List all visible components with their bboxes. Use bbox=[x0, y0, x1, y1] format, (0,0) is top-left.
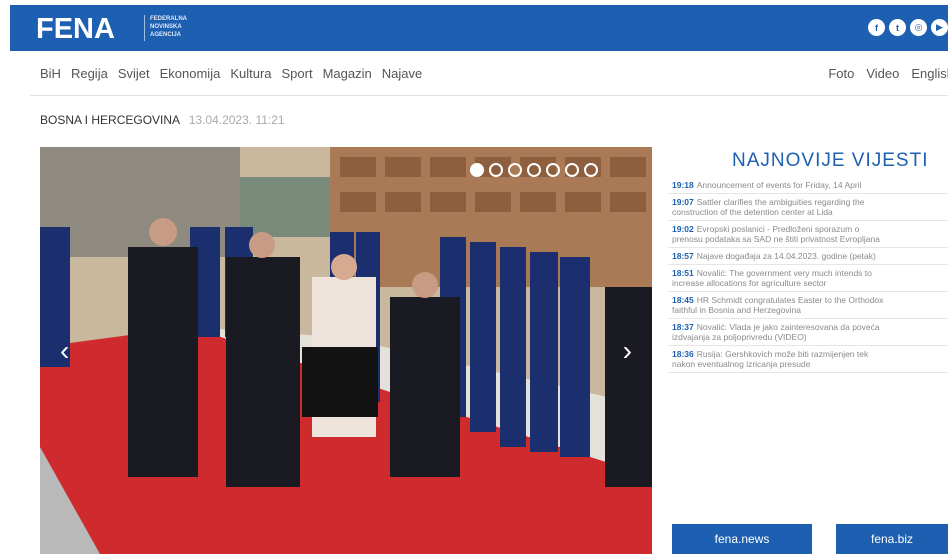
slider-dot[interactable] bbox=[527, 163, 541, 177]
news-headline: Evropski poslanici - Predloženi sporazum… bbox=[696, 224, 860, 234]
nav-item-kultura[interactable]: Kultura bbox=[230, 66, 271, 81]
facebook-icon[interactable]: f bbox=[868, 19, 885, 36]
site-logo[interactable]: FENA bbox=[36, 13, 115, 46]
list-item[interactable]: 18:51 Novalić: The government very much i… bbox=[668, 265, 948, 292]
news-headline-cont: construction of the detention center at … bbox=[672, 207, 833, 217]
news-headline-cont: izdvajanja za poljoprivredu (VIDEO) bbox=[672, 332, 807, 342]
breadcrumb: BOSNA I HERCEGOVINA 13.04.2023. 11:21 bbox=[40, 113, 285, 127]
slider-dots bbox=[470, 163, 598, 177]
logo-subtitle-line: NOVINSKA bbox=[150, 24, 182, 30]
slider-dot[interactable] bbox=[546, 163, 560, 177]
latest-news-panel: NAJNOVIJE VIJESTI 19:18 Announcement of e… bbox=[668, 147, 948, 554]
slider-dot[interactable] bbox=[565, 163, 579, 177]
latest-news-title: NAJNOVIJE VIJESTI bbox=[732, 150, 929, 171]
list-item[interactable]: 18:57 Najave događaja za 14.04.2023. godi… bbox=[668, 248, 948, 265]
nav-item-ekonomija[interactable]: Ekonomija bbox=[160, 66, 221, 81]
slider-dot[interactable] bbox=[470, 163, 484, 177]
nav-item-video[interactable]: Video bbox=[866, 66, 899, 81]
news-headline: Novalić: Vlada je jako zainteresovana da… bbox=[696, 322, 880, 332]
list-item[interactable]: 19:02 Evropski poslanici - Predloženi spo… bbox=[668, 221, 948, 248]
news-time: 19:07 bbox=[672, 197, 694, 207]
secondary-nav: Foto Video English bbox=[816, 66, 948, 81]
instagram-icon[interactable]: ◎ bbox=[910, 19, 927, 36]
nav-item-bih[interactable]: BiH bbox=[40, 66, 61, 81]
news-headline: Sattler clarifies the ambiguities regard… bbox=[696, 197, 865, 207]
photo-slider[interactable]: ‹ › bbox=[40, 147, 652, 554]
news-time: 18:45 bbox=[672, 295, 694, 305]
social-links: f t ◎ ▶ bbox=[868, 19, 948, 36]
breadcrumb-section[interactable]: BOSNA I HERCEGOVINA bbox=[40, 113, 179, 127]
nav-item-najave[interactable]: Najave bbox=[382, 66, 422, 81]
news-headline-cont: prenosu podataka sa SAD ne štiti privatn… bbox=[672, 234, 880, 244]
nav-item-sport[interactable]: Sport bbox=[282, 66, 313, 81]
list-item[interactable]: 19:07 Sattler clarifies the ambiguities r… bbox=[668, 194, 948, 221]
news-time: 18:36 bbox=[672, 349, 694, 359]
news-headline: Rusija: Gershkovich može biti razmijenje… bbox=[696, 349, 869, 359]
list-item[interactable]: 18:36 Rusija: Gershkovich može biti razmi… bbox=[668, 346, 948, 373]
main-nav: BiH Regija Svijet Ekonomija Kultura Spor… bbox=[40, 66, 432, 81]
nav-divider bbox=[30, 95, 948, 96]
fena-biz-button[interactable]: fena.biz bbox=[836, 524, 948, 554]
news-time: 18:57 bbox=[672, 251, 694, 261]
chevron-right-icon[interactable]: › bbox=[623, 337, 632, 365]
news-time: 18:51 bbox=[672, 268, 694, 278]
logo-subtitle-line: AGENCIJA bbox=[150, 32, 182, 38]
news-headline: Novalić: The government very much intend… bbox=[696, 268, 872, 278]
chevron-left-icon[interactable]: ‹ bbox=[60, 337, 69, 365]
nav-item-magazin[interactable]: Magazin bbox=[323, 66, 372, 81]
slider-dot[interactable] bbox=[508, 163, 522, 177]
logo-subtitle: FEDERALNA NOVINSKA AGENCIJA bbox=[150, 15, 187, 39]
youtube-icon[interactable]: ▶ bbox=[931, 19, 948, 36]
fena-news-button[interactable]: fena.news bbox=[672, 524, 812, 554]
news-headline-cont: faithful in Bosnia and Herzegovina bbox=[672, 305, 801, 315]
slider-dot[interactable] bbox=[489, 163, 503, 177]
nav-item-regija[interactable]: Regija bbox=[71, 66, 108, 81]
news-headline: Announcement of events for Friday, 14 Ap… bbox=[696, 180, 862, 190]
news-headline-cont: nakon eventualnog izricanja presude bbox=[672, 359, 811, 369]
top-header-bar: FENA FEDERALNA NOVINSKA AGENCIJA f t ◎ ▶ bbox=[10, 5, 948, 51]
slider-dot[interactable] bbox=[584, 163, 598, 177]
news-headline-cont: increase allocations for agriculture sec… bbox=[672, 278, 827, 288]
nav-item-english[interactable]: English bbox=[911, 66, 948, 81]
news-headline: Najave događaja za 14.04.2023. godine (p… bbox=[696, 251, 876, 261]
article-date: 13.04.2023. 11:21 bbox=[188, 113, 285, 127]
news-headline: HR Schmidt congratulates Easter to the O… bbox=[696, 295, 884, 305]
news-time: 19:02 bbox=[672, 224, 694, 234]
news-time: 18:37 bbox=[672, 322, 694, 332]
twitter-icon[interactable]: t bbox=[889, 19, 906, 36]
nav-item-svijet[interactable]: Svijet bbox=[118, 66, 150, 81]
logo-divider bbox=[144, 15, 145, 41]
nav-item-foto[interactable]: Foto bbox=[828, 66, 854, 81]
list-item[interactable]: 19:18 Announcement of events for Friday, … bbox=[668, 177, 948, 194]
latest-news-list: 19:18 Announcement of events for Friday, … bbox=[668, 177, 948, 373]
slider-photo bbox=[40, 147, 652, 554]
logo-subtitle-line: FEDERALNA bbox=[150, 16, 187, 22]
news-time: 19:18 bbox=[672, 180, 694, 190]
list-item[interactable]: 18:45 HR Schmidt congratulates Easter to … bbox=[668, 292, 948, 319]
list-item[interactable]: 18:37 Novalić: Vlada je jako zainteresova… bbox=[668, 319, 948, 346]
